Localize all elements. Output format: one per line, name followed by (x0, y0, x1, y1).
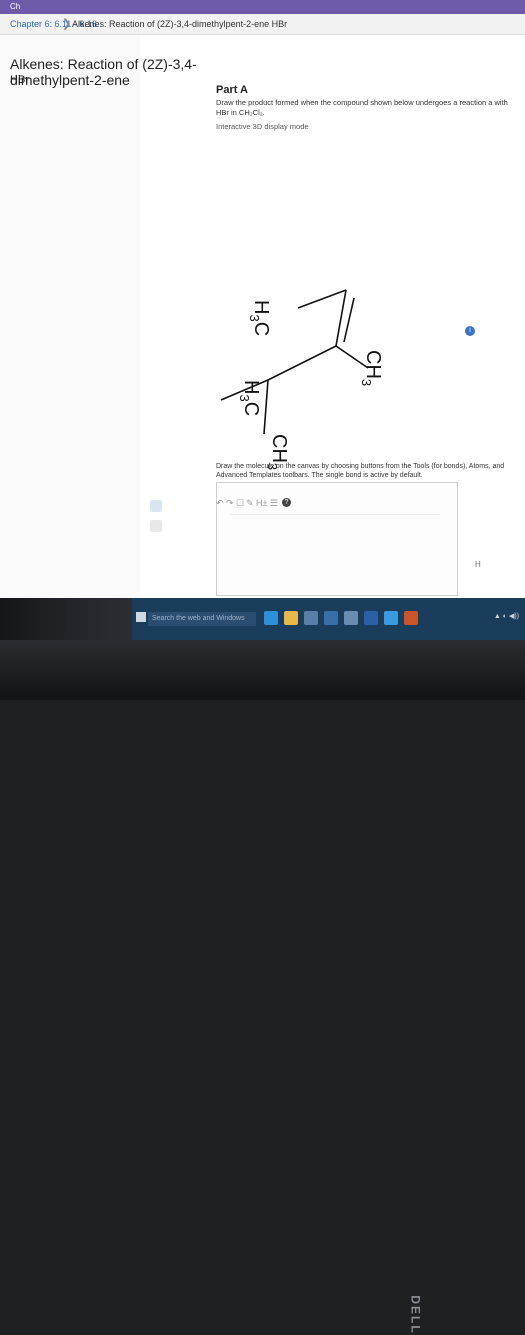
left-panel (0, 36, 140, 598)
hydrogen-toggle-button[interactable]: H± (256, 498, 267, 508)
breadcrumb: Chapter 6: 6.11 - 6.16 ❯ Alkenes: Reacti… (0, 14, 525, 35)
interactive-3d-link[interactable]: Interactive 3D display mode (216, 122, 309, 131)
help-icon[interactable]: ? (282, 498, 291, 507)
edge-browser-icon[interactable] (264, 611, 278, 625)
powerpoint-icon[interactable] (404, 611, 418, 625)
editor-side-icons (150, 500, 180, 590)
editor-toolbar: ↶ ↷ ☐ ✎ H± ☰ ? (216, 498, 296, 508)
browser-window: Ch Chapter 6: 6.11 - 6.16 ❯ Alkenes: Rea… (0, 0, 525, 598)
redo-icon[interactable]: ↷ (226, 498, 234, 509)
laptop-bottom-bezel: DELL (0, 640, 525, 1335)
h3c-bottom-label: H3C (237, 380, 262, 417)
h3c-top-label: H3C (247, 300, 272, 337)
select-icon[interactable]: ☐ (236, 498, 244, 509)
store-icon[interactable] (304, 611, 318, 625)
template-tool-icon[interactable] (150, 520, 162, 532)
bond-h3c-c2 (297, 289, 347, 309)
molecule-structure: H3C CH3 H3C CH3 (216, 280, 496, 480)
photos-icon[interactable] (344, 611, 358, 625)
word-icon[interactable] (364, 611, 378, 625)
part-a-label: Part A (216, 84, 248, 96)
brand-logo: DELL (408, 1295, 423, 1335)
page-subtitle: HBr (10, 74, 29, 86)
part-a-instruction: Draw the product formed when the compoun… (216, 98, 508, 117)
breadcrumb-current-title: Alkenes: Reaction of (2Z)-3,4-dimethylpe… (72, 19, 288, 29)
tab-icon[interactable]: Ch (10, 2, 20, 11)
atom-h-button[interactable]: H (475, 560, 481, 569)
ch3-top-label: CH3 (359, 350, 384, 387)
chevron-right-icon: ❯ (62, 18, 72, 30)
system-tray[interactable]: ▲ ◐ ◀)) (494, 612, 519, 620)
drawing-canvas[interactable] (230, 514, 440, 585)
pencil-icon[interactable]: ✎ (246, 498, 254, 509)
bond-c4-h3c (263, 379, 269, 435)
undo-icon[interactable]: ↶ (216, 498, 224, 509)
windows-taskbar: Search the web and Windows ▲ ◐ ◀)) (132, 598, 525, 640)
browser-tab-bar[interactable]: Ch (0, 0, 525, 14)
windows-start-icon[interactable] (136, 612, 146, 622)
bond-c2-c3-double (343, 297, 355, 343)
atom-tool-icon[interactable] (150, 500, 162, 512)
ie-browser-icon[interactable] (384, 611, 398, 625)
drawing-instruction: Draw the molecule on the canvas by choos… (216, 463, 505, 479)
mail-icon[interactable] (324, 611, 338, 625)
menu-icon[interactable]: ☰ (270, 498, 278, 509)
file-explorer-icon[interactable] (284, 611, 298, 625)
bond-c3-c4 (267, 345, 337, 381)
taskbar-search-input[interactable]: Search the web and Windows (148, 612, 256, 626)
